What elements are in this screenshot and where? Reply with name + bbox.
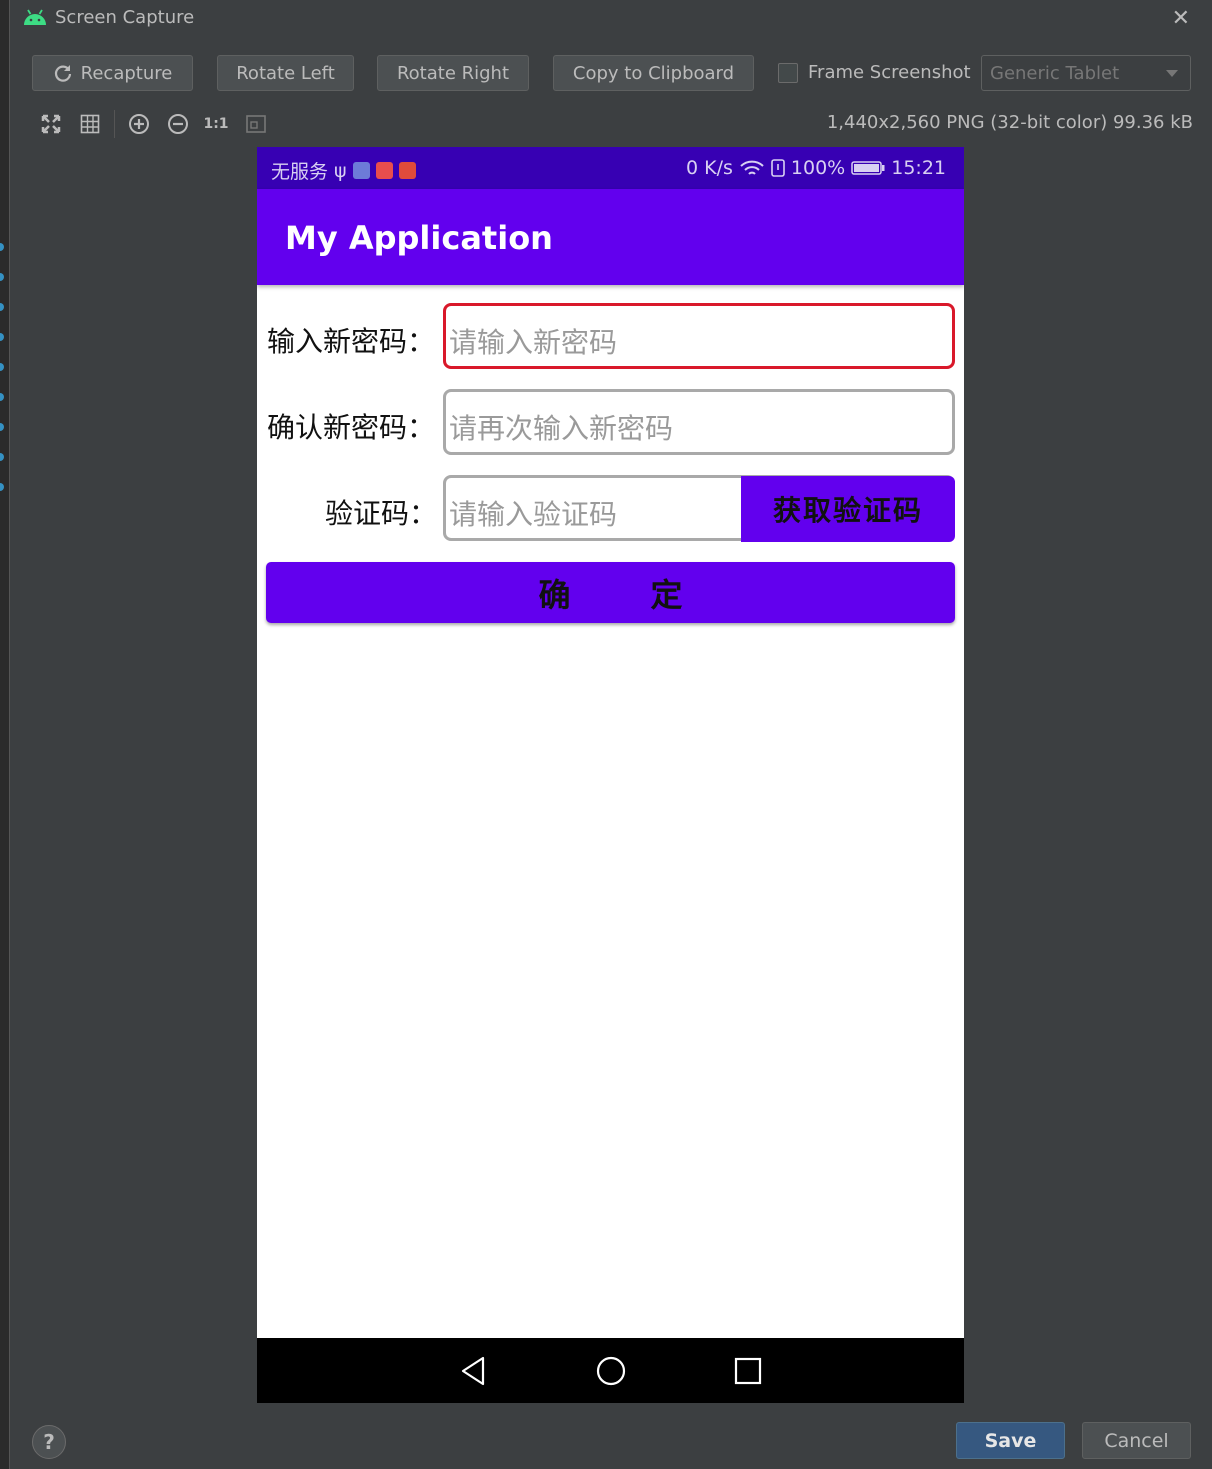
refresh-icon [54,65,71,82]
recents-icon[interactable] [731,1354,765,1388]
new-password-label: 输入新密码： [267,325,436,358]
fit-width-icon[interactable] [244,112,268,136]
zoom-out-icon[interactable] [166,112,190,136]
app-title: My Application [285,219,553,257]
gutter-marker-icon [0,483,4,491]
grid-icon[interactable] [78,112,102,136]
carrier-status: 无服务 [271,161,329,183]
confirm-button[interactable]: 确定 [266,562,955,623]
zoom-in-icon[interactable] [127,112,151,136]
app-bar: My Application [257,189,964,285]
get-code-button[interactable]: 获取验证码 [741,476,955,542]
device-frame-select[interactable]: Generic Tablet [981,55,1191,91]
toolbar-separator [114,110,115,138]
device-frame-value: Generic Tablet [990,62,1120,84]
sim-icon [771,159,785,177]
new-password-placeholder: 请输入新密码 [449,326,618,359]
verification-code-placeholder: 请输入验证码 [449,498,618,531]
frame-screenshot-label: Frame Screenshot [808,62,971,83]
gutter-marker-icon [0,363,4,371]
android-icon [24,9,46,25]
fit-screen-icon[interactable] [39,112,63,136]
status-time: 15:21 [891,157,946,179]
chevron-down-icon [1166,70,1178,77]
usb-icon: ψ [334,159,347,182]
gutter-marker-icon [0,273,4,281]
verification-code-label: 验证码： [325,497,438,530]
book-notification-icon [398,162,416,179]
rotate-left-button[interactable]: Rotate Left [217,55,354,91]
gutter-marker-icon [0,393,4,401]
network-speed: 0 K/s [686,157,733,179]
frame-screenshot-checkbox[interactable] [778,62,798,83]
recapture-label: Recapture [80,62,173,84]
frame-screenshot-option[interactable]: Frame Screenshot [778,62,971,83]
screenshot-preview: 无服务 ψ 0 K/s 100% 15:21 My Application 输入… [257,147,964,1403]
rotate-right-button[interactable]: Rotate Right [377,55,529,91]
back-icon[interactable] [457,1354,491,1388]
copy-to-clipboard-button[interactable]: Copy to Clipboard [553,55,754,91]
confirm-password-placeholder: 请再次输入新密码 [449,412,674,445]
confirm-password-label: 确认新密码： [267,411,436,444]
gutter-marker-icon [0,333,4,341]
confirm-password-input[interactable]: 请再次输入新密码 [443,389,955,455]
image-info: 1,440x2,560 PNG (32-bit color) 99.36 kB [826,112,1193,133]
recapture-button[interactable]: Recapture [32,55,193,91]
gutter-marker-icon [0,423,4,431]
gutter-marker-icon [0,303,4,311]
dialog-title: Screen Capture [55,7,195,28]
app-notification-icon [352,162,370,179]
close-icon[interactable]: ✕ [1172,6,1190,31]
actual-size-icon[interactable]: 1:1 [203,112,228,136]
save-button[interactable]: Save [956,1422,1065,1459]
location-notification-icon [375,162,393,179]
phone-status-bar: 无服务 ψ 0 K/s 100% 15:21 [257,147,964,189]
cancel-button[interactable]: Cancel [1082,1422,1191,1459]
new-password-input[interactable]: 请输入新密码 [443,303,955,369]
help-button[interactable]: ? [32,1425,66,1459]
gutter-marker-icon [0,453,4,461]
home-icon[interactable] [594,1354,628,1388]
wifi-icon [740,160,764,175]
gutter-marker-icon [0,243,4,251]
battery-percent: 100% [790,157,846,179]
dialog-titlebar: Screen Capture ✕ [10,0,1212,36]
phone-nav-bar [257,1338,964,1403]
battery-icon [851,161,885,175]
ide-left-gutter [0,0,10,1469]
